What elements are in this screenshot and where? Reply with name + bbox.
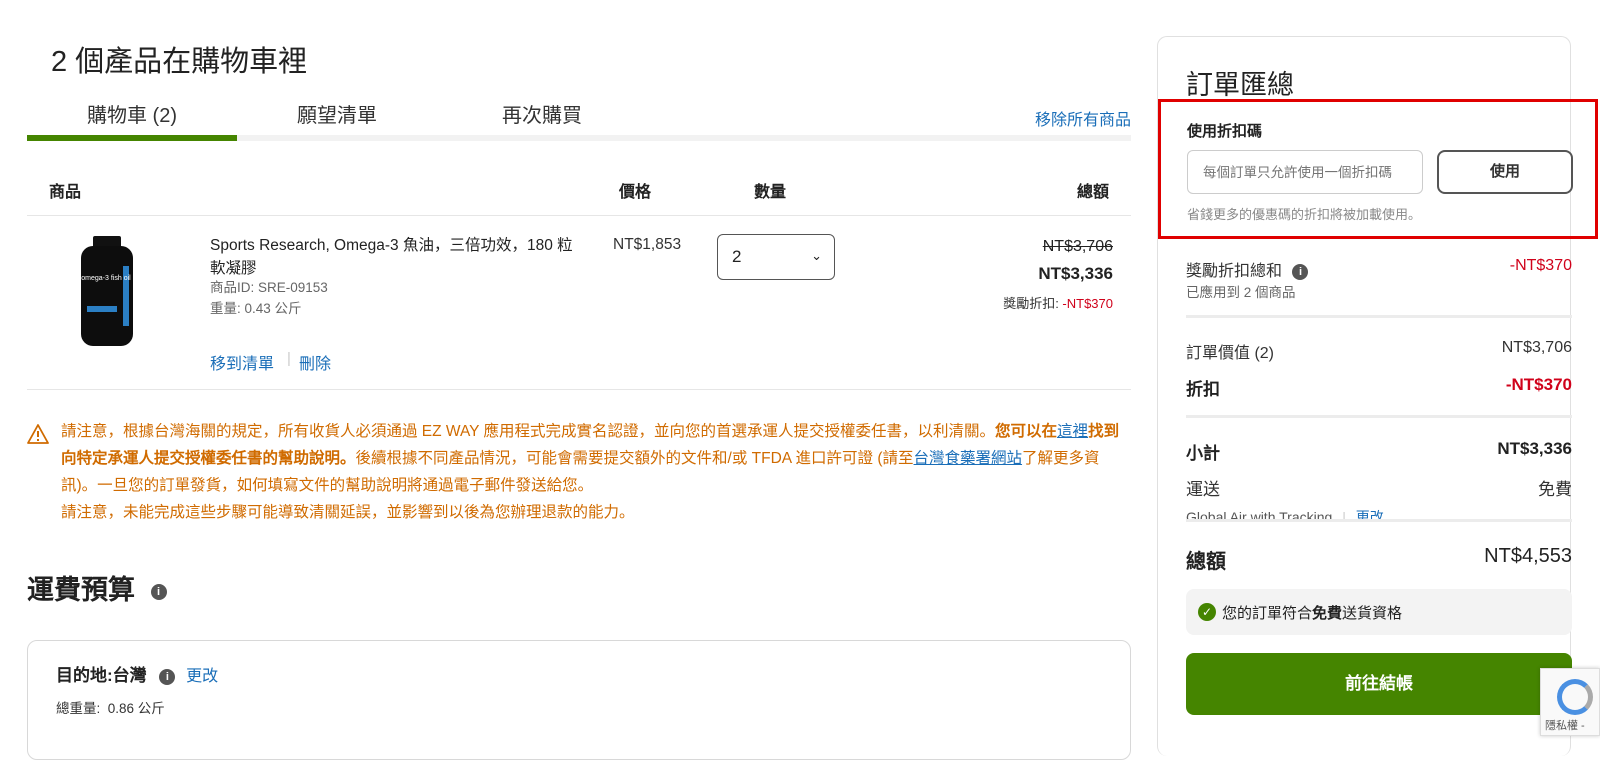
header-total: 總額 <box>1076 184 1109 201</box>
reward-applied-note: 已應用到 2 個商品 <box>1186 285 1296 300</box>
header-product: 商品 <box>49 184 82 201</box>
original-total: NT$3,706 <box>1042 238 1113 255</box>
notice-part1: 請注意，根據台灣海關的規定，所有收貨人必須通過 EZ WAY 應用程式完成實名認… <box>61 423 996 440</box>
quantity-select[interactable]: 2 ⌄ <box>717 234 835 280</box>
recaptcha-badge[interactable]: 隱私權 - <box>1540 668 1600 736</box>
total-value: NT$4,553 <box>1484 545 1572 567</box>
unit-price: NT$1,853 <box>613 236 682 253</box>
divider <box>1186 415 1572 418</box>
promo-code-section: 使用折扣碼 使用 省錢更多的優惠碼的折扣將被加載使用。 <box>1158 99 1598 239</box>
promo-hint: 省錢更多的優惠碼的折扣將被加載使用。 <box>1187 207 1422 222</box>
order-value-row: 訂單價值 (2) NT$3,706 <box>1186 339 1572 363</box>
recaptcha-icon <box>1557 679 1593 715</box>
recaptcha-privacy-text: 隱私權 - <box>1545 720 1585 732</box>
subtotal-label: 小計 <box>1186 444 1220 463</box>
total-weight-label: 總重量: <box>56 701 101 716</box>
discount-value: -NT$370 <box>1505 375 1572 394</box>
free-shipping-post: 送貨資格 <box>1342 605 1403 622</box>
free-shipping-banner: ✓ 您的訂單符合免費送貨資格 <box>1186 589 1572 635</box>
order-summary-panel: 訂單匯總 使用折扣碼 使用 省錢更多的優惠碼的折扣將被加載使用。 獎勵折扣總和 … <box>1157 36 1598 756</box>
free-shipping-pre: 您的訂單符合 <box>1222 605 1313 622</box>
table-header: 商品 價格 數量 總額 <box>27 168 1131 216</box>
order-value-label: 訂單價值 (2) <box>1186 345 1275 362</box>
total-weight: 總重量: 0.86 公斤 <box>56 697 165 717</box>
discount-label: 折扣 <box>1186 380 1220 399</box>
warning-icon <box>27 424 49 444</box>
quantity-value: 2 <box>732 247 742 266</box>
subtotal-row: 小計 NT$3,336 <box>1186 439 1572 464</box>
promo-code-label: 使用折扣碼 <box>1187 123 1263 140</box>
check-circle-icon: ✓ <box>1198 603 1216 621</box>
notice-link-here[interactable]: 這裡 <box>1057 423 1088 440</box>
destination: 目的地:台灣 i 更改 <box>56 661 218 686</box>
shipping-estimate-box: 目的地:台灣 i 更改 總重量: 0.86 公斤 <box>27 640 1131 760</box>
total-label: 總額 <box>1186 551 1226 573</box>
discounted-total: NT$3,336 <box>1038 264 1113 283</box>
tab-buy-again[interactable]: 再次購買 <box>437 100 647 142</box>
divider <box>1186 315 1572 318</box>
promo-code-input[interactable] <box>1187 150 1423 194</box>
total-row: 總額 NT$4,553 <box>1186 545 1572 574</box>
remove-all-link[interactable]: 移除所有商品 <box>1035 106 1131 130</box>
product-image-label: omega-3 fish oil <box>81 275 131 282</box>
destination-value: 台灣 <box>112 666 147 685</box>
order-summary-title: 訂單匯總 <box>1186 70 1294 100</box>
tab-wishlist[interactable]: 願望清單 <box>237 100 437 142</box>
product-id: 商品ID: SRE-09153 <box>210 280 328 295</box>
total-weight-value: 0.86 公斤 <box>107 701 165 716</box>
header-qty: 數量 <box>754 184 787 201</box>
notice-part2: 後續根據不同產品情況，可能會需要提交額外的文件和/或 TFDA 進口許可證 (請… <box>355 450 914 467</box>
product-weight: 重量: 0.43 公斤 <box>210 301 302 316</box>
shipping-estimate-title-text: 運費預算 <box>27 575 135 605</box>
subtotal-value: NT$3,336 <box>1497 439 1572 458</box>
product-name[interactable]: Sports Research, Omega-3 魚油，三倍功效，180 粒軟凝… <box>210 234 580 280</box>
page-title: 2 個產品在購物車裡 <box>51 46 308 78</box>
delete-link[interactable]: 刪除 <box>299 350 331 374</box>
destination-change-link[interactable]: 更改 <box>186 668 218 685</box>
notice-bold1: 您可以在 <box>995 423 1058 440</box>
notice-link-tfda[interactable]: 台灣食藥署網站 <box>914 450 1023 467</box>
info-icon[interactable]: i <box>150 583 167 600</box>
discount-row: 折扣 -NT$370 <box>1186 375 1572 400</box>
product-image[interactable]: omega-3 fish oil <box>79 236 135 348</box>
link-separator: | <box>287 350 291 367</box>
reward-total-row: 獎勵折扣總和 i -NT$370 <box>1186 257 1572 281</box>
shipping-row: 運送 免費 <box>1186 475 1572 500</box>
move-to-list-link[interactable]: 移到清單 <box>210 350 274 374</box>
shipping-label: 運送 <box>1186 480 1220 499</box>
info-icon[interactable]: i <box>1292 263 1309 280</box>
apply-promo-button[interactable]: 使用 <box>1437 150 1573 194</box>
divider <box>1186 519 1572 522</box>
free-shipping-bold: 免費 <box>1312 605 1343 622</box>
notice-line2: 請注意，未能完成這些步驟可能導致清關延誤，並影響到以後為您辦理退款的能力。 <box>61 504 635 521</box>
reward-discount-value: -NT$370 <box>1062 296 1113 311</box>
order-value: NT$3,706 <box>1501 339 1572 356</box>
reward-total-label: 獎勵折扣總和 <box>1186 263 1283 280</box>
chevron-down-icon: ⌄ <box>811 248 822 263</box>
shipping-estimate-title: 運費預算 i <box>27 568 167 607</box>
reward-total-value: -NT$370 <box>1509 257 1572 274</box>
destination-label: 目的地: <box>56 666 113 685</box>
reward-discount-label: 獎勵折扣: <box>1003 296 1063 311</box>
checkout-button[interactable]: 前往結帳 <box>1186 653 1572 715</box>
reward-discount: 獎勵折扣: -NT$370 <box>1003 293 1113 312</box>
notice-text: 請注意，根據台灣海關的規定，所有收貨人必須通過 EZ WAY 應用程式完成實名認… <box>61 418 1131 526</box>
tab-cart[interactable]: 購物車 (2) <box>27 100 237 142</box>
cart-item-row: omega-3 fish oil Sports Research, Omega-… <box>27 216 1131 390</box>
info-icon[interactable]: i <box>159 668 176 685</box>
shipping-value: 免費 <box>1538 480 1572 499</box>
cart-tabs: 購物車 (2) 願望清單 再次購買 移除所有商品 <box>27 100 1131 142</box>
header-price: 價格 <box>619 184 652 201</box>
